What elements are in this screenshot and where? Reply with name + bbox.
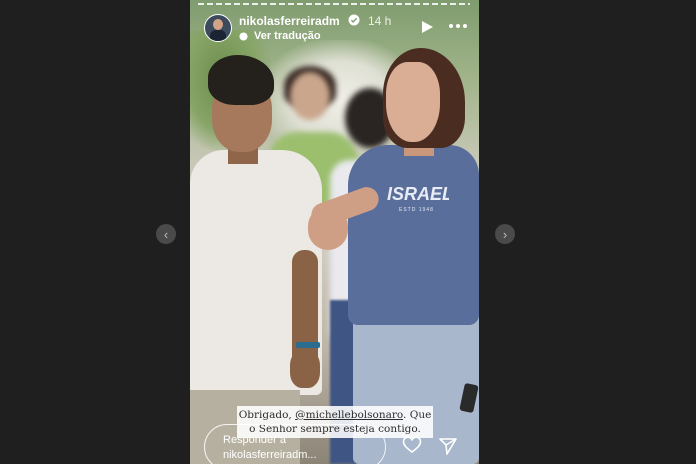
more-dots-icon[interactable]: [448, 21, 468, 31]
shirt-logo: ISRAEL ESTD 1948: [387, 184, 449, 213]
caption-prefix: Obrigado,: [238, 409, 296, 421]
story-header: nikolasferreiradm 14 h Ver tradução: [202, 12, 471, 46]
avatar[interactable]: [204, 14, 232, 42]
translate-label: Ver tradução: [254, 30, 321, 42]
send-icon[interactable]: [438, 436, 458, 456]
username[interactable]: nikolasferreiradm: [239, 14, 340, 28]
chevron-right-icon: ›: [502, 226, 508, 242]
play-icon[interactable]: [420, 20, 434, 34]
shirt-logo-subtext: ESTD 1948: [399, 207, 434, 213]
story-progress-bar: [198, 3, 470, 5]
next-story-button[interactable]: ›: [495, 224, 515, 244]
shirt-logo-text: ISRAEL: [387, 184, 449, 204]
chevron-left-icon: ‹: [163, 226, 169, 242]
reply-placeholder: Responder a nikolasferreiradm...: [223, 434, 317, 461]
verified-badge-icon: [348, 14, 360, 26]
reply-input[interactable]: Responder a nikolasferreiradm...: [204, 424, 386, 464]
heart-icon[interactable]: [402, 435, 422, 455]
translate-link[interactable]: Ver tradução: [239, 30, 321, 42]
previous-story-button[interactable]: ‹: [156, 224, 176, 244]
post-time: 14 h: [368, 14, 392, 28]
globe-icon: [239, 31, 248, 41]
story-viewer[interactable]: ISRAEL ESTD 1948 nikolasferreiradm 14 h …: [190, 0, 479, 464]
caption-mention-link[interactable]: @michellebolsonaro: [295, 409, 403, 421]
